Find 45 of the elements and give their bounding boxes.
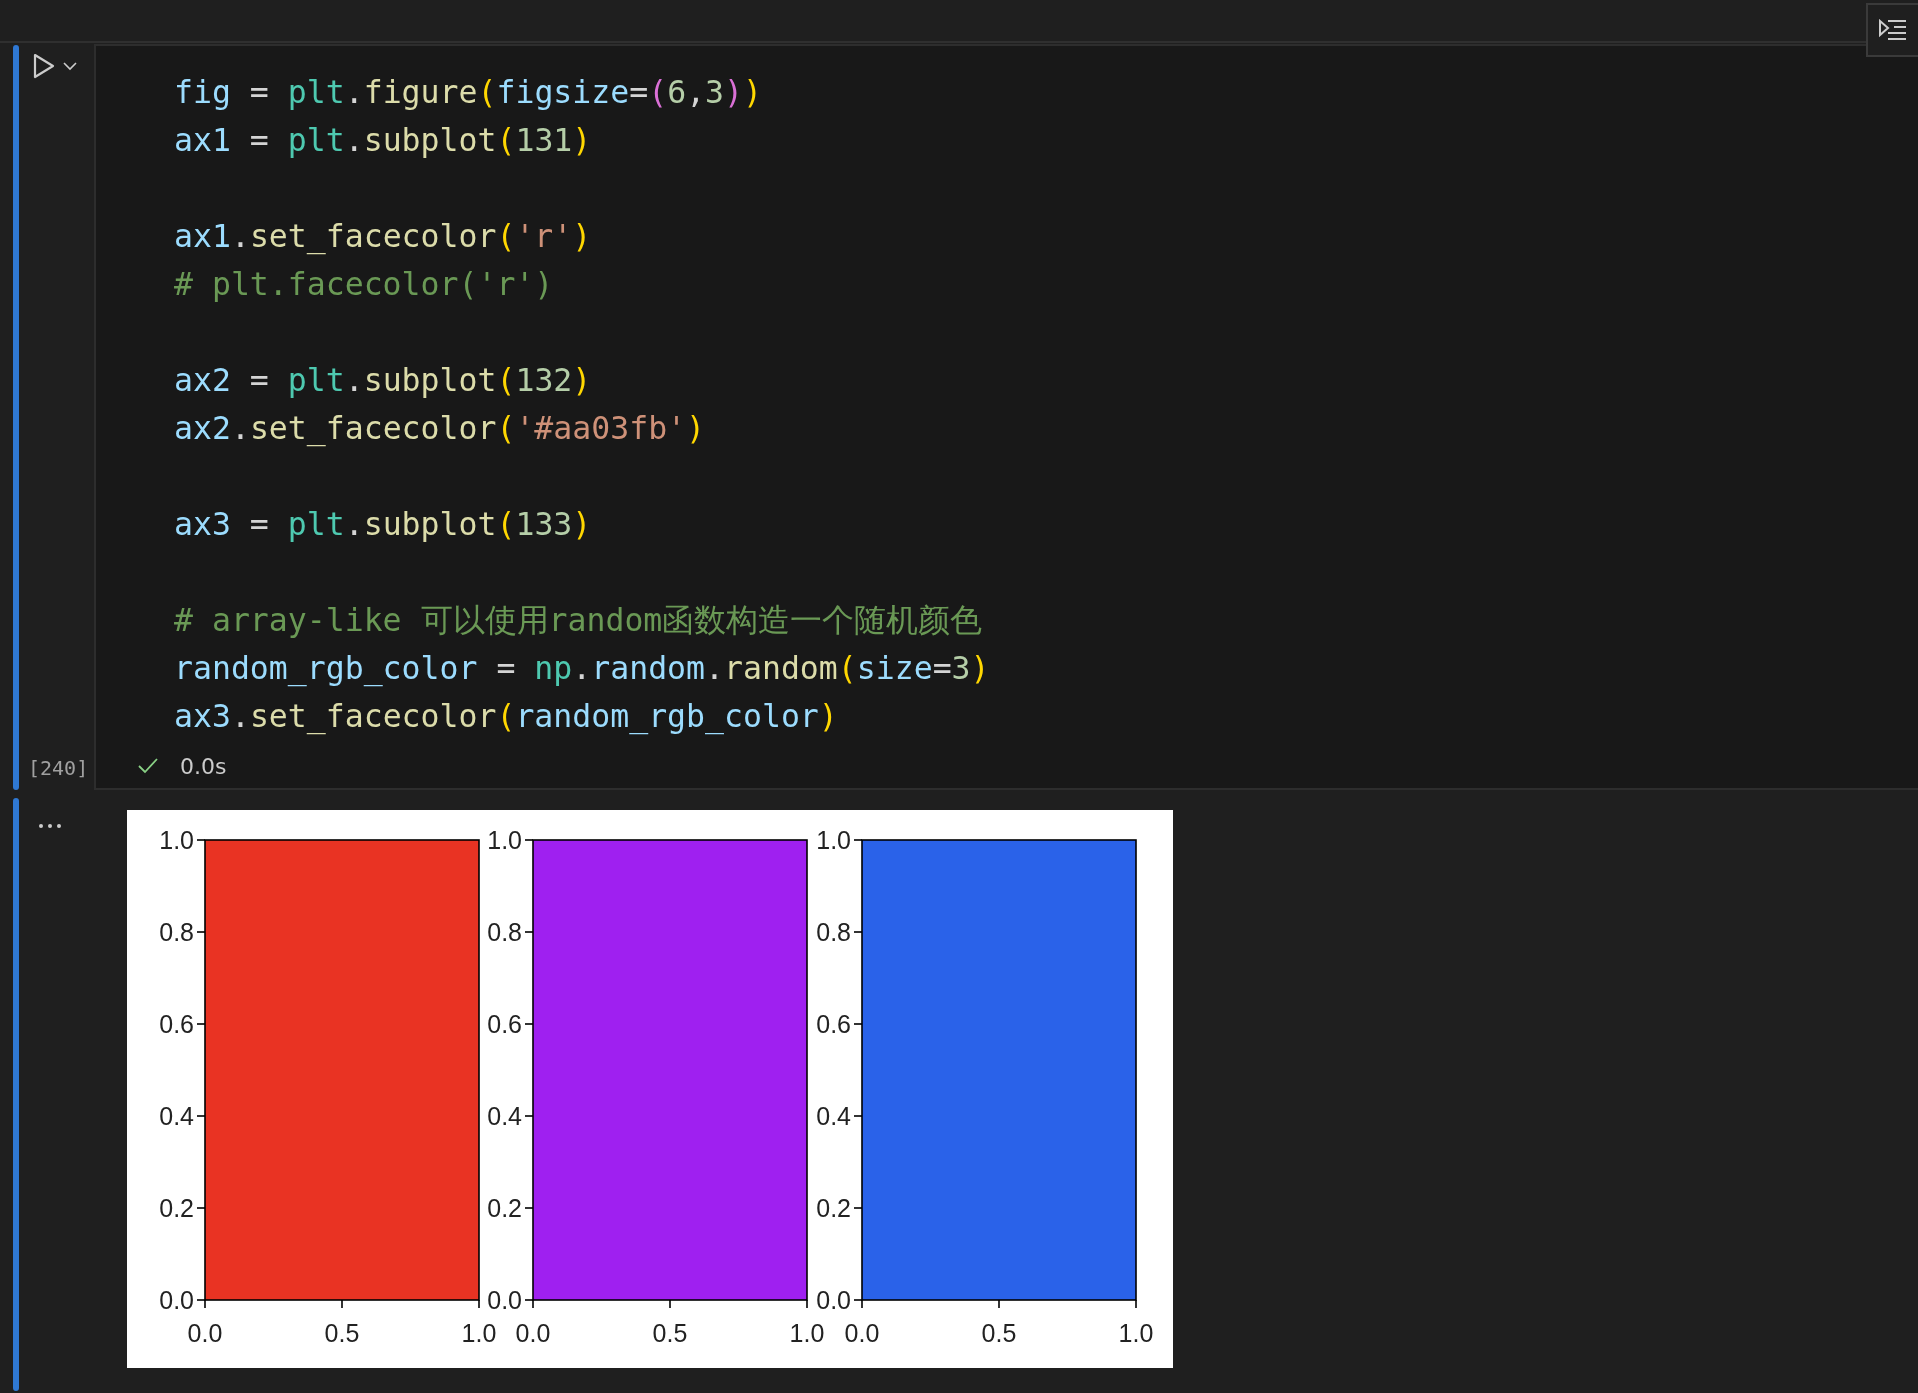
tick-label: 0.4: [816, 1102, 851, 1130]
tick-label: 1.0: [159, 826, 194, 854]
tick-label: 0.5: [652, 1319, 688, 1347]
code-line: ax3 = plt.subplot(133): [174, 505, 592, 544]
tick-label: 0.5: [981, 1319, 1017, 1347]
tick-label: 0.5: [324, 1319, 360, 1347]
execution-time: 0.0s: [180, 753, 227, 779]
tick-label: 0.0: [844, 1319, 880, 1347]
tick-label: 1.0: [789, 1319, 825, 1347]
tick-label: 0.2: [816, 1194, 851, 1222]
tick-label: 0.8: [159, 918, 194, 946]
tick-label: 1.0: [461, 1319, 497, 1347]
tick-label: 0.6: [816, 1010, 851, 1038]
tick-label: 0.2: [487, 1194, 522, 1222]
tick-label: 0.0: [487, 1286, 522, 1314]
code-line: # array-like 可以使用random函数构造一个随机颜色: [174, 601, 983, 640]
code-line: ax2 = plt.subplot(132): [174, 361, 592, 400]
tick-label: 0.4: [487, 1102, 522, 1130]
more-icon[interactable]: [38, 823, 62, 829]
tick-label: 0.6: [487, 1010, 522, 1038]
code-line: random_rgb_color = np.random.random(size=3): [174, 649, 990, 689]
play-icon: [33, 53, 55, 79]
code-line: ax1 = plt.subplot(131): [174, 121, 592, 160]
tick-label: 0.8: [487, 918, 522, 946]
execution-count: [240]: [27, 756, 89, 782]
tick-label: 0.0: [816, 1286, 851, 1314]
tick-label: 0.0: [187, 1319, 223, 1347]
tick-label: 1.0: [487, 826, 522, 854]
tick-label: 0.4: [159, 1102, 194, 1130]
code-line: ax2.set_facecolor('#aa03fb'): [174, 409, 706, 449]
code-line: # plt.facecolor('r'): [174, 265, 554, 304]
code-line: fig = plt.figure(figsize=(6,3)): [174, 73, 762, 112]
tick-label: 1.0: [816, 826, 851, 854]
chevron-down-icon[interactable]: [63, 61, 77, 71]
outline-icon: [1878, 19, 1908, 41]
tick-label: 0.0: [515, 1319, 551, 1347]
tick-label: 0.6: [159, 1010, 194, 1038]
run-button[interactable]: [33, 53, 55, 79]
tick-label: 0.2: [159, 1194, 194, 1222]
outline-button[interactable]: [1866, 3, 1918, 57]
tick-label: 1.0: [1118, 1319, 1154, 1347]
code-line: ax3.set_facecolor(random_rgb_color): [174, 697, 838, 737]
tick-label: 0.0: [159, 1286, 194, 1314]
code-line: ax1.set_facecolor('r'): [174, 217, 592, 257]
tick-label: 0.8: [816, 918, 851, 946]
